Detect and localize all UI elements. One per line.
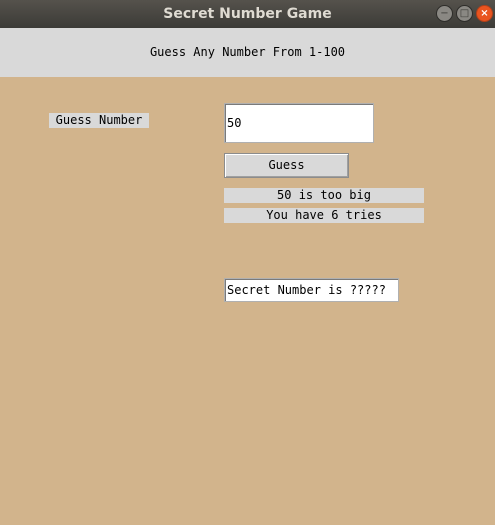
instruction-banner: Guess Any Number From 1-100 xyxy=(0,28,495,77)
maximize-icon: □ xyxy=(459,7,470,19)
tries-remaining-label: You have 6 tries xyxy=(224,208,424,223)
minimize-button[interactable]: − xyxy=(436,5,453,22)
window-title: Secret Number Game xyxy=(163,6,332,22)
secret-number-field[interactable] xyxy=(224,278,399,302)
guess-button[interactable]: Guess xyxy=(224,153,349,178)
feedback-label: 50 is too big xyxy=(224,188,424,203)
window-titlebar[interactable]: Secret Number Game − □ × xyxy=(0,0,495,28)
instruction-text: Guess Any Number From 1-100 xyxy=(149,45,346,59)
guess-number-label: Guess Number xyxy=(49,113,149,128)
close-button[interactable]: × xyxy=(476,5,493,22)
maximize-button[interactable]: □ xyxy=(456,5,473,22)
close-icon: × xyxy=(480,7,489,19)
guess-input[interactable] xyxy=(224,103,374,143)
minimize-icon: − xyxy=(440,7,449,19)
